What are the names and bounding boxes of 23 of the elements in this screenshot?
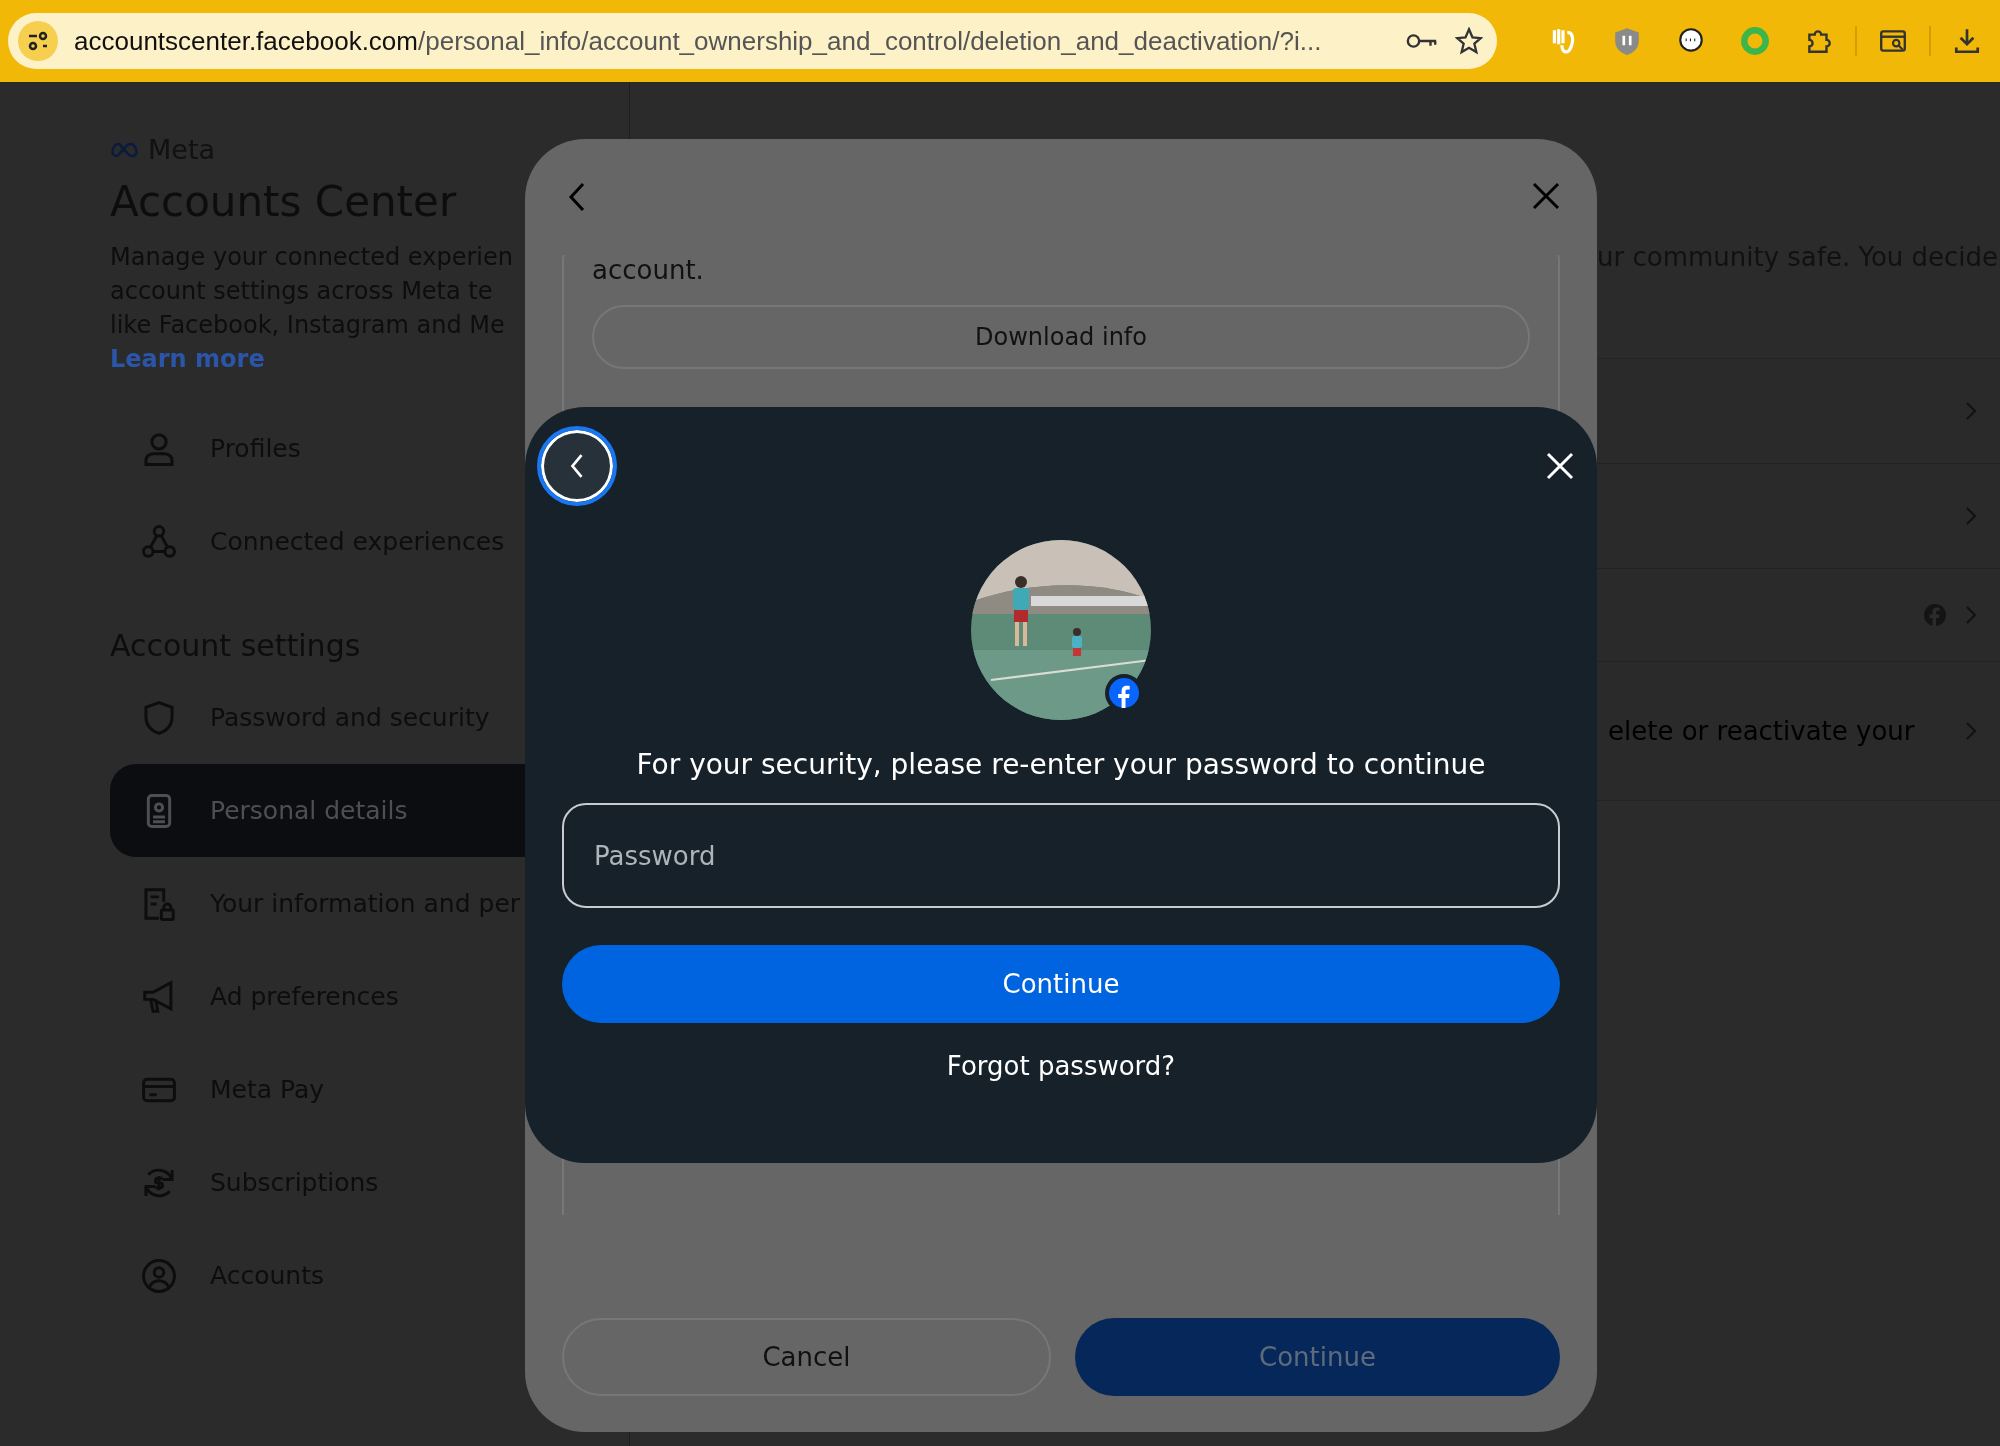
site-settings-icon[interactable] <box>18 21 58 61</box>
learn-more-link[interactable]: Learn more <box>110 342 265 376</box>
continue-button[interactable]: Continue <box>562 945 1560 1023</box>
star-icon[interactable] <box>1455 27 1483 55</box>
url-text: accountscenter.facebook.com/personal_info/account_ownership_and_control/deletion_and_deactivation/?i... <box>74 25 1323 57</box>
download-info-button[interactable]: Download info <box>592 305 1530 369</box>
user-circle-icon <box>140 1256 178 1295</box>
chevron-right-icon <box>1965 721 1977 741</box>
dialog-heading: For your security, please re-enter your password to continue <box>636 748 1486 781</box>
chevron-right-icon <box>1965 401 1977 421</box>
cancel-button[interactable]: Cancel <box>562 1318 1051 1396</box>
forgot-password-link[interactable]: Forgot password? <box>946 1051 1176 1081</box>
password-field[interactable]: Password <box>562 803 1560 908</box>
chevron-right-icon <box>1965 605 1977 625</box>
nodes-icon <box>140 522 178 561</box>
shield-icon[interactable] <box>1612 26 1642 56</box>
continue-button[interactable]: Continue <box>1075 1318 1560 1396</box>
address-bar[interactable]: accountscenter.facebook.com/personal_info/account_ownership_and_control/deletion_and_deactivation/?i... <box>8 13 1497 69</box>
body-text: account. <box>592 255 705 285</box>
facebook-icon <box>1923 603 1947 627</box>
download-icon[interactable] <box>1952 26 1982 56</box>
chevron-right-icon <box>1965 506 1977 526</box>
back-icon[interactable] <box>567 181 587 213</box>
